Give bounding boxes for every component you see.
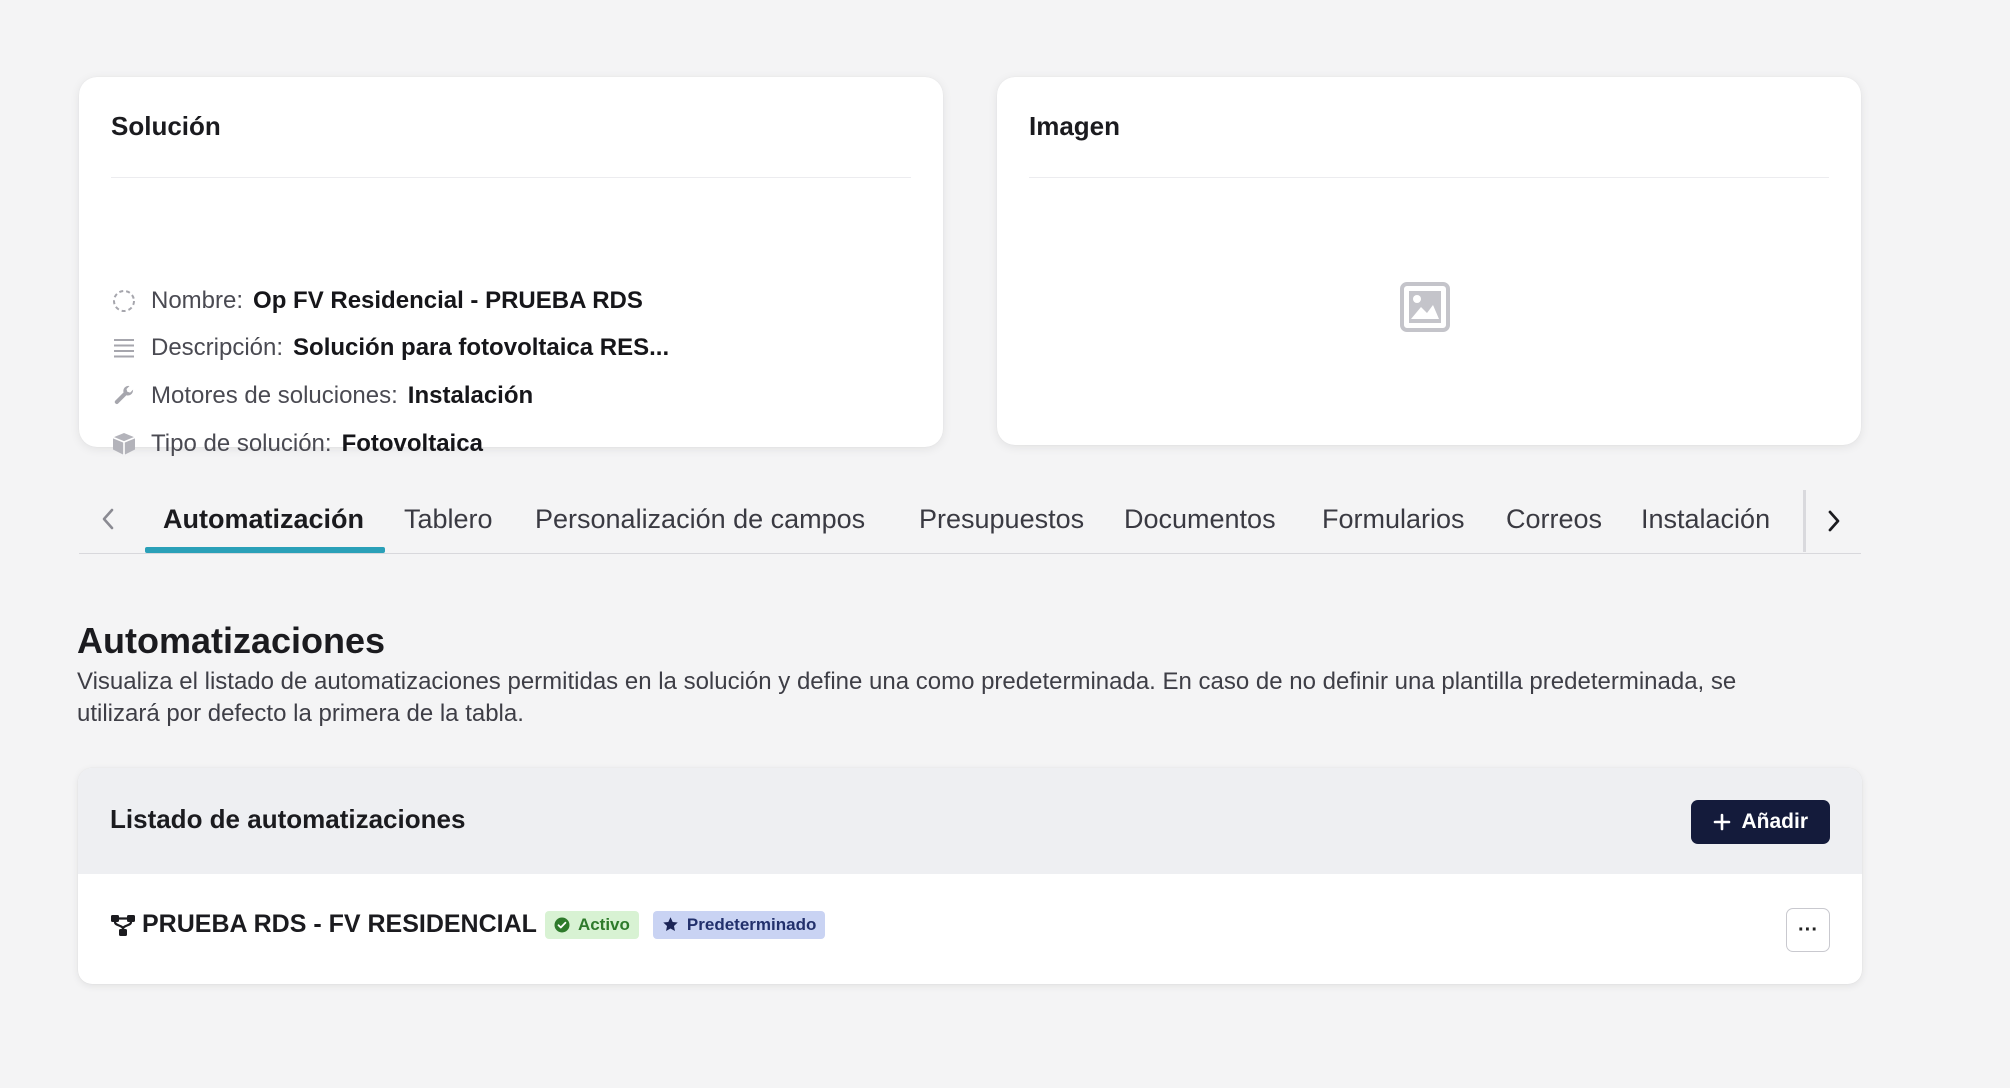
status-badge-label: Activo	[577, 914, 630, 934]
info-value: Instalación	[407, 382, 534, 409]
plus-icon	[1714, 813, 1731, 831]
tab-automatizacion[interactable]: Automatización	[163, 504, 364, 535]
info-value: Op FV Residencial - PRUEBA RDS	[253, 287, 643, 314]
section-title: Automatizaciones	[77, 620, 386, 661]
divider	[1029, 177, 1829, 178]
workflow-icon	[110, 912, 136, 938]
solution-card-title: Solución	[111, 111, 221, 141]
info-label: Motores de soluciones:	[151, 382, 398, 409]
info-label: Tipo de solución:	[151, 430, 332, 457]
tabs-scroll-left-button[interactable]	[85, 496, 131, 542]
list-item[interactable]: PRUEBA RDS - FV RESIDENCIAL Activo Prede…	[110, 910, 839, 939]
info-value: Solución para fotovoltaica RES...	[293, 334, 670, 361]
more-options-button[interactable]: ···	[1786, 908, 1830, 952]
wrench-icon	[111, 383, 137, 409]
section-description: Visualiza el listado de automatizaciones…	[77, 668, 1737, 727]
tab-formularios[interactable]: Formularios	[1322, 504, 1465, 535]
solution-card: Solución Nombre: Op FV Residencial - PRU…	[79, 77, 943, 457]
box-icon	[111, 431, 137, 457]
info-value: Fotovoltaica	[341, 430, 483, 457]
active-tab-indicator	[145, 547, 385, 553]
image-placeholder-icon	[1399, 281, 1451, 333]
ellipsis-icon: ···	[1798, 918, 1818, 941]
star-icon	[663, 917, 678, 932]
status-badge: Activo	[544, 910, 639, 939]
info-label: Nombre:	[151, 287, 244, 314]
tab-personalizacion-campos[interactable]: Personalización de campos	[535, 504, 865, 535]
automations-list-card: Listado de automatizaciones Añadir PRUEB…	[78, 768, 1862, 984]
image-card-title: Imagen	[1029, 111, 1121, 141]
tab-documentos[interactable]: Documentos	[1124, 504, 1276, 535]
add-button[interactable]: Añadir	[1691, 800, 1830, 844]
tab-presupuestos[interactable]: Presupuestos	[919, 504, 1084, 535]
divider	[111, 177, 911, 178]
tab-bar: Automatización Tablero Personalización d…	[79, 490, 1861, 554]
automation-name: PRUEBA RDS - FV RESIDENCIAL	[142, 910, 537, 938]
add-button-label: Añadir	[1741, 810, 1808, 833]
tab-instalacion[interactable]: Instalación	[1641, 504, 1770, 535]
list-header: Listado de automatizaciones Añadir	[78, 768, 1862, 874]
default-badge: Predeterminado	[652, 910, 826, 939]
info-row-name: Nombre: Op FV Residencial - PRUEBA RDS	[111, 287, 643, 315]
lines-icon	[111, 335, 137, 361]
info-row-description: Descripción: Solución para fotovoltaica …	[111, 334, 669, 362]
chevron-left-icon	[102, 508, 114, 530]
tab-correos[interactable]: Correos	[1506, 504, 1602, 535]
list-title: Listado de automatizaciones	[110, 804, 466, 834]
check-circle-icon	[554, 917, 570, 932]
info-row-engines: Motores de soluciones: Instalación	[111, 382, 533, 410]
tab-tablero[interactable]: Tablero	[404, 504, 493, 535]
info-row-type: Tipo de solución: Fotovoltaica	[111, 430, 483, 458]
chevron-right-icon	[1828, 510, 1839, 532]
image-card: Imagen	[997, 77, 1861, 445]
tabs-scroll-right-button[interactable]	[1803, 490, 1861, 552]
dashed-circle-icon	[111, 288, 137, 314]
default-badge-label: Predeterminado	[686, 914, 817, 934]
info-label: Descripción:	[151, 334, 284, 361]
